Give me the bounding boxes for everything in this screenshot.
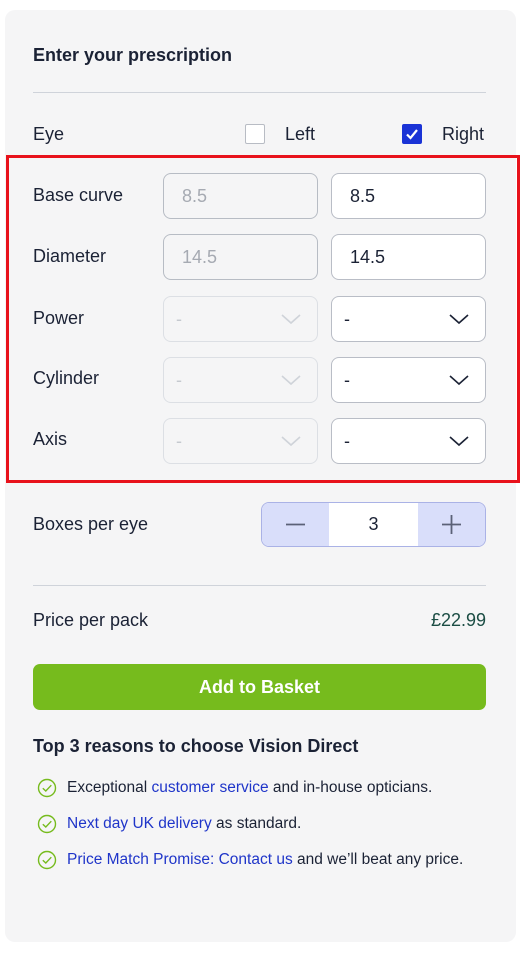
quantity-stepper: 3 bbox=[261, 502, 486, 547]
divider bbox=[33, 92, 486, 93]
check-circle-icon bbox=[37, 778, 57, 798]
reason-item-1: Exceptional customer service and in-hous… bbox=[67, 776, 487, 800]
reason-1-pre: Exceptional bbox=[67, 779, 152, 796]
reasons-title: Top 3 reasons to choose Vision Direct bbox=[33, 736, 359, 756]
right-eye-checkbox[interactable] bbox=[402, 124, 422, 144]
quantity-value[interactable]: 3 bbox=[329, 503, 418, 546]
increment-button[interactable] bbox=[418, 503, 485, 546]
reason-2-post: as standard. bbox=[211, 815, 302, 832]
price-label: Price per pack bbox=[33, 610, 149, 630]
price-match-link[interactable]: Price Match Promise: Contact us bbox=[67, 851, 293, 868]
check-circle-icon bbox=[37, 850, 57, 870]
plus-icon bbox=[442, 515, 461, 534]
right-eye-label[interactable]: Right bbox=[442, 124, 484, 145]
reason-3-post: and we’ll beat any price. bbox=[292, 851, 464, 868]
reason-item-2: Next day UK delivery as standard. bbox=[67, 812, 487, 836]
minus-icon bbox=[286, 523, 305, 526]
next-day-delivery-link[interactable]: Next day UK delivery bbox=[67, 815, 212, 832]
left-eye-checkbox[interactable] bbox=[245, 124, 265, 144]
panel-title: Enter your prescription bbox=[33, 45, 233, 65]
left-eye-label[interactable]: Left bbox=[285, 124, 315, 145]
decrement-button[interactable] bbox=[262, 503, 329, 546]
eye-label: Eye bbox=[33, 124, 65, 144]
boxes-per-eye-label: Boxes per eye bbox=[33, 514, 149, 534]
add-to-basket-button[interactable]: Add to Basket bbox=[33, 664, 486, 710]
divider bbox=[33, 585, 486, 586]
reason-1-post: and in-house opticians. bbox=[268, 779, 433, 796]
customer-service-link[interactable]: customer service bbox=[151, 779, 268, 796]
price-value: £22.99 bbox=[430, 610, 486, 630]
checkmark-icon bbox=[406, 129, 418, 140]
reason-item-3: Price Match Promise: Contact us and we’l… bbox=[67, 848, 487, 872]
check-circle-icon bbox=[37, 814, 57, 834]
highlight-box bbox=[6, 155, 520, 483]
